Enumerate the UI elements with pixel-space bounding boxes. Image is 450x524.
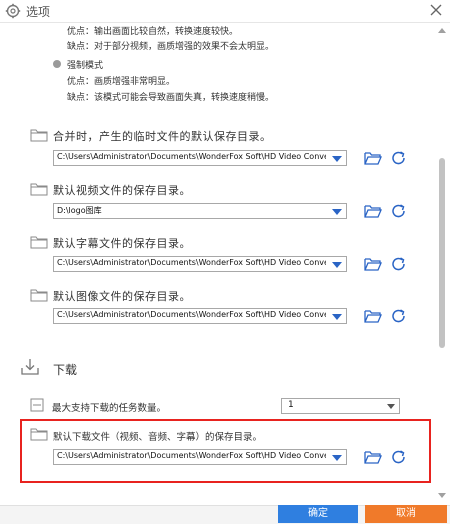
cancel-button[interactable]: 取消 [365, 505, 447, 523]
scrollbar-thumb[interactable] [439, 158, 445, 348]
open-folder-icon[interactable] [364, 150, 382, 166]
chevron-down-icon[interactable] [332, 156, 342, 162]
close-icon[interactable] [428, 2, 444, 18]
refresh-icon[interactable] [390, 256, 408, 272]
chevron-down-icon[interactable] [332, 262, 342, 268]
chevron-down-icon[interactable] [332, 209, 342, 215]
refresh-icon[interactable] [390, 203, 408, 219]
folder-icon [30, 129, 48, 142]
highlight-box [20, 419, 431, 483]
open-folder-icon[interactable] [364, 203, 382, 219]
max-tasks-select[interactable]: 1 [281, 398, 400, 414]
temp-folder-label: 合并时，产生的临时文件的默认保存目录。 [53, 130, 272, 143]
task-count-icon [30, 398, 44, 412]
force-mode-advantage: 优点：画质增强非常明显。 [67, 77, 176, 87]
gear-icon [5, 3, 21, 19]
open-folder-icon[interactable] [364, 308, 382, 324]
temp-folder-path[interactable]: C:\Users\Administrator\Documents\WonderF… [53, 150, 347, 166]
ok-button[interactable]: 确定 [278, 505, 358, 523]
image-folder-label: 默认图像文件的保存目录。 [53, 290, 191, 303]
subtitle-folder-label: 默认字幕文件的保存目录。 [53, 237, 191, 250]
video-folder-label: 默认视频文件的保存目录。 [53, 184, 191, 197]
chevron-down-icon[interactable] [387, 404, 395, 409]
vertical-scrollbar[interactable] [438, 28, 446, 498]
download-section-title: 下载 [53, 363, 78, 377]
download-icon [21, 359, 39, 375]
refresh-icon[interactable] [390, 150, 408, 166]
scroll-down-icon[interactable] [438, 493, 446, 498]
folder-icon [30, 236, 48, 249]
folder-icon [30, 183, 48, 196]
chevron-down-icon[interactable] [332, 314, 342, 320]
force-mode-label[interactable]: 强制模式 [67, 58, 103, 71]
force-mode-disadvantage: 缺点：该模式可能会导致画面失真，转换速度稍慢。 [67, 93, 275, 103]
title-bar: 选项 [0, 0, 450, 23]
window-title: 选项 [26, 5, 51, 19]
image-folder-path[interactable]: C:\Users\Administrator\Documents\WonderF… [53, 308, 347, 324]
scroll-up-icon[interactable] [438, 28, 446, 33]
refresh-icon[interactable] [390, 308, 408, 324]
video-folder-path[interactable]: D:\logo图库 [53, 203, 347, 219]
subtitle-folder-path[interactable]: C:\Users\Administrator\Documents\WonderF… [53, 256, 347, 272]
normal-mode-advantage: 优点：输出画面比较自然，转换速度较快。 [67, 27, 239, 37]
folder-icon [30, 289, 48, 302]
max-tasks-label: 最大支持下载的任务数量。 [52, 403, 167, 414]
normal-mode-disadvantage: 缺点：对于部分视频，画质增强的效果不会太明显。 [67, 42, 275, 52]
force-mode-radio[interactable] [53, 60, 61, 68]
open-folder-icon[interactable] [364, 256, 382, 272]
